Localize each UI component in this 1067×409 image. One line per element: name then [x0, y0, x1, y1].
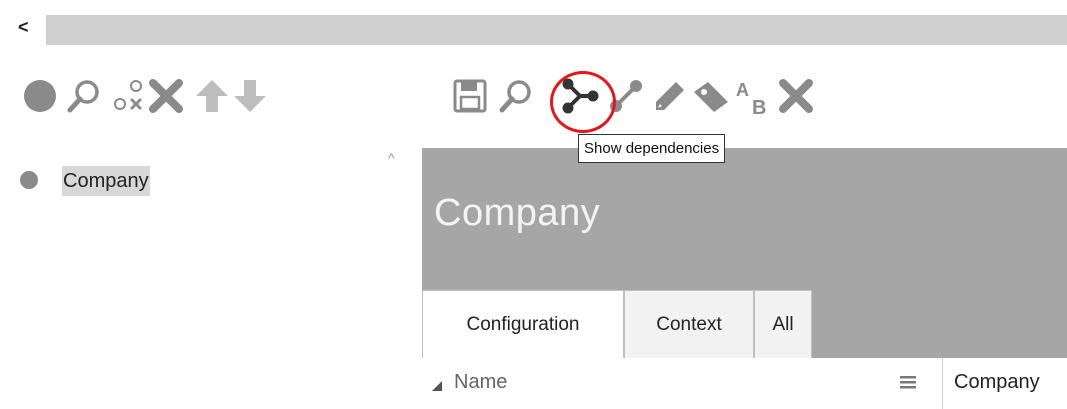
page-title: Company	[434, 192, 601, 234]
circle-x-icon[interactable]	[112, 78, 148, 114]
menu-icon[interactable]	[900, 374, 916, 390]
node-icon	[20, 171, 38, 189]
tab-all[interactable]: All	[754, 290, 812, 358]
tooltip: Show dependencies	[578, 134, 726, 163]
collapse-button[interactable]: <	[18, 18, 29, 36]
rename-icon-letter-a: A	[736, 80, 749, 100]
tree-item-label[interactable]: Company	[62, 166, 150, 196]
pencil-icon[interactable]	[652, 78, 688, 114]
tag-icon[interactable]	[692, 78, 730, 114]
column-name-label: Name	[454, 371, 508, 393]
arrow-down-icon[interactable]	[232, 78, 268, 114]
top-bar: <	[0, 0, 1067, 46]
highlight-ring	[550, 71, 616, 133]
tab-context[interactable]: Context	[624, 290, 754, 358]
rename-icon[interactable]: A B	[734, 78, 774, 118]
name-value[interactable]: Company	[954, 371, 1040, 394]
collapse-triangle-icon[interactable]	[432, 381, 442, 391]
rename-icon-letter-b: B	[752, 97, 766, 118]
search-icon[interactable]	[498, 78, 534, 114]
detail-panel: Company Configuration Context All Name C…	[422, 148, 1067, 409]
delete-icon[interactable]	[148, 78, 184, 114]
column-divider	[942, 358, 943, 409]
table-row: Name Company	[422, 358, 1067, 409]
save-icon[interactable]	[452, 78, 488, 114]
scroll-up-icon[interactable]: ^	[388, 150, 395, 166]
delete-icon[interactable]	[778, 78, 814, 114]
search-icon[interactable]	[66, 78, 102, 114]
tab-configuration[interactable]: Configuration	[422, 290, 624, 359]
circle-icon[interactable]	[22, 78, 58, 114]
arrow-up-icon[interactable]	[194, 78, 230, 114]
horizontal-scrollbar[interactable]	[46, 15, 1067, 45]
detail-header: Company Configuration Context All	[422, 148, 1067, 359]
tree-panel: Company	[0, 148, 380, 409]
